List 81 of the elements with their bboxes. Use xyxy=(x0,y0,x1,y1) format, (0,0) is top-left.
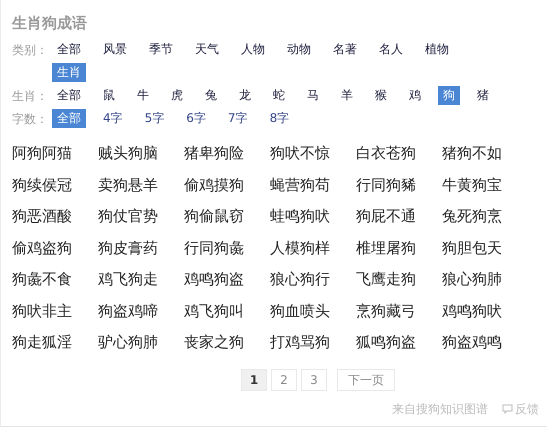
next-page-button[interactable]: 下一页 xyxy=(337,368,395,390)
filter-option[interactable]: 马 xyxy=(302,86,324,105)
page-button[interactable]: 2 xyxy=(271,368,297,390)
idiom-link[interactable]: 驴心狗肺 xyxy=(98,333,158,351)
filter-option[interactable]: 植物 xyxy=(420,40,454,59)
idiom-link[interactable]: 行同狗彘 xyxy=(184,238,244,256)
filter-option[interactable]: 7字 xyxy=(222,109,253,128)
idiom-link[interactable]: 狗吠非主 xyxy=(12,302,72,320)
idiom-link[interactable]: 贼头狗脑 xyxy=(98,144,158,162)
filter-option[interactable]: 全部 xyxy=(52,40,86,59)
idiom-link[interactable]: 偷鸡盗狗 xyxy=(12,238,72,256)
idiom-link[interactable]: 狐鸣狗盗 xyxy=(356,333,416,351)
idiom-link[interactable]: 椎埋屠狗 xyxy=(356,238,416,256)
filter-option[interactable]: 生肖 xyxy=(52,63,86,82)
idiom-link[interactable]: 狗彘不食 xyxy=(12,270,72,288)
idiom-link[interactable]: 人模狗样 xyxy=(270,238,330,256)
filter-option[interactable]: 名著 xyxy=(328,40,362,59)
idiom-link[interactable]: 鸡飞狗走 xyxy=(98,270,158,288)
filter-option[interactable]: 动物 xyxy=(282,40,316,59)
filter-option[interactable]: 龙 xyxy=(234,86,256,105)
idiom-link[interactable]: 打鸡骂狗 xyxy=(270,333,330,351)
idiom-link[interactable]: 白衣苍狗 xyxy=(356,144,416,162)
idiom-link[interactable]: 狗屁不通 xyxy=(356,207,416,225)
idiom-link[interactable]: 狗盗鸡啼 xyxy=(98,302,158,320)
idiom-link[interactable]: 牛黄狗宝 xyxy=(442,176,502,194)
idiom-link[interactable]: 狗续侯冠 xyxy=(12,176,72,194)
filter-option[interactable]: 5字 xyxy=(140,109,170,128)
idiom-link[interactable]: 兔死狗烹 xyxy=(442,207,502,225)
page-button[interactable]: 1 xyxy=(241,368,267,390)
filter-option[interactable]: 4字 xyxy=(98,109,128,128)
idiom-link[interactable]: 狗胆包天 xyxy=(442,238,502,256)
filter-option[interactable]: 名人 xyxy=(374,40,408,59)
idiom-link[interactable]: 丧家之狗 xyxy=(184,333,244,351)
filter-option[interactable]: 狗 xyxy=(438,86,460,105)
idiom-link[interactable]: 烹狗藏弓 xyxy=(356,302,416,320)
idiom-link[interactable]: 狗盗鸡鸣 xyxy=(442,333,502,351)
idiom-link[interactable]: 蛙鸣狗吠 xyxy=(270,207,330,225)
filter-option[interactable]: 牛 xyxy=(132,86,154,105)
filter-option[interactable]: 全部 xyxy=(52,86,86,105)
filter-label: 字数： xyxy=(12,111,49,128)
idiom-link[interactable]: 飞鹰走狗 xyxy=(356,270,416,288)
filter-option[interactable]: 人物 xyxy=(236,40,270,59)
source-text: 来自搜狗知识图谱 xyxy=(392,400,488,418)
filter-label: 类别： xyxy=(12,42,49,59)
filter-option[interactable]: 虎 xyxy=(166,86,188,105)
filter-label: 生肖： xyxy=(12,88,49,105)
idiom-link[interactable]: 狗皮膏药 xyxy=(98,238,158,256)
filter-option[interactable]: 兔 xyxy=(200,86,222,105)
idiom-link[interactable]: 阿狗阿猫 xyxy=(12,144,72,162)
idiom-link[interactable]: 狗吠不惊 xyxy=(270,144,330,162)
idiom-link[interactable]: 卖狗悬羊 xyxy=(98,176,158,194)
idiom-link[interactable]: 行同狗豨 xyxy=(356,176,416,194)
filter-option[interactable]: 猪 xyxy=(472,86,494,105)
idiom-link[interactable]: 鸡飞狗叫 xyxy=(184,302,244,320)
filter-option[interactable]: 蛇 xyxy=(268,86,290,105)
filter-option[interactable]: 风景 xyxy=(98,40,132,59)
idiom-link[interactable]: 狗偷鼠窃 xyxy=(184,207,244,225)
idiom-link[interactable]: 蝇营狗苟 xyxy=(270,176,330,194)
filter-option[interactable]: 全部 xyxy=(52,109,86,128)
filter-option[interactable]: 猴 xyxy=(370,86,392,105)
idiom-link[interactable]: 狗血喷头 xyxy=(270,302,330,320)
idiom-link[interactable]: 狗仗官势 xyxy=(98,207,158,225)
filter-option[interactable]: 天气 xyxy=(190,40,224,59)
page-button[interactable]: 3 xyxy=(301,368,327,390)
idiom-link[interactable]: 偷鸡摸狗 xyxy=(184,176,244,194)
filter-option[interactable]: 季节 xyxy=(144,40,178,59)
idiom-link[interactable]: 狗走狐淫 xyxy=(12,333,72,351)
idiom-link[interactable]: 猪卑狗险 xyxy=(184,144,244,162)
filter-option[interactable]: 8字 xyxy=(264,109,294,128)
idiom-link[interactable]: 狼心狗肺 xyxy=(442,270,502,288)
idiom-link[interactable]: 鸡鸣狗盗 xyxy=(184,270,244,288)
comment-icon xyxy=(502,404,513,414)
idiom-link[interactable]: 鸡鸣狗吠 xyxy=(442,302,502,320)
idiom-link[interactable]: 猪狗不如 xyxy=(442,144,502,162)
filter-option[interactable]: 6字 xyxy=(181,109,211,128)
idiom-link[interactable]: 狗恶酒酸 xyxy=(12,207,72,225)
filter-option[interactable]: 鼠 xyxy=(98,86,120,105)
filter-option[interactable]: 羊 xyxy=(336,86,358,105)
filter-option[interactable]: 鸡 xyxy=(404,86,426,105)
section-title: 生肖狗成语 xyxy=(12,13,88,34)
idiom-link[interactable]: 狼心狗行 xyxy=(270,270,330,288)
